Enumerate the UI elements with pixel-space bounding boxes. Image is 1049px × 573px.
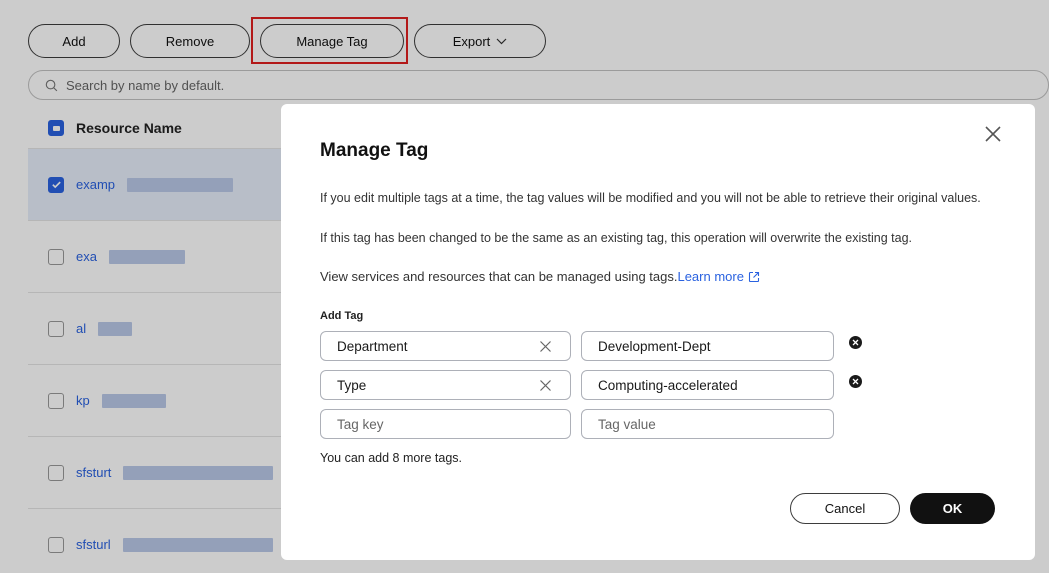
tag-key-value: Type bbox=[337, 377, 367, 393]
info-text-services: View services and resources that can be … bbox=[320, 269, 1000, 284]
tag-key-input[interactable]: Type bbox=[320, 370, 571, 400]
tag-value-placeholder: Tag value bbox=[598, 416, 656, 432]
warning-text-overwrite: If this tag has been changed to be the s… bbox=[320, 231, 913, 245]
tag-value-input[interactable]: Tag value bbox=[581, 409, 834, 439]
clear-icon[interactable] bbox=[539, 340, 552, 353]
tags-remaining-hint: You can add 8 more tags. bbox=[320, 451, 462, 465]
delete-tag-icon[interactable] bbox=[849, 336, 862, 349]
add-tag-label: Add Tag bbox=[320, 310, 364, 322]
close-icon bbox=[852, 339, 859, 346]
ok-button[interactable]: OK bbox=[910, 493, 995, 524]
close-icon[interactable] bbox=[981, 122, 1005, 146]
dialog-title: Manage Tag bbox=[320, 140, 429, 161]
tag-value-text: Computing-accelerated bbox=[598, 377, 738, 393]
warning-text-edit: If you edit multiple tags at a time, the… bbox=[320, 191, 981, 205]
learn-more-link[interactable]: Learn more bbox=[677, 269, 743, 284]
tag-value-input[interactable]: Development-Dept bbox=[581, 331, 834, 361]
tag-key-input[interactable]: Department bbox=[320, 331, 571, 361]
manage-tag-dialog: Manage Tag If you edit multiple tags at … bbox=[281, 104, 1035, 560]
close-icon bbox=[852, 378, 859, 385]
external-link-icon[interactable] bbox=[748, 271, 760, 283]
tag-key-placeholder: Tag key bbox=[337, 416, 384, 432]
cancel-button[interactable]: Cancel bbox=[790, 493, 900, 524]
info-text: View services and resources that can be … bbox=[320, 269, 678, 284]
clear-icon[interactable] bbox=[539, 379, 552, 392]
delete-tag-icon[interactable] bbox=[849, 375, 862, 388]
tag-value-text: Development-Dept bbox=[598, 338, 711, 354]
tag-value-input[interactable]: Computing-accelerated bbox=[581, 370, 834, 400]
tag-key-input[interactable]: Tag key bbox=[320, 409, 571, 439]
tag-key-value: Department bbox=[337, 338, 408, 354]
